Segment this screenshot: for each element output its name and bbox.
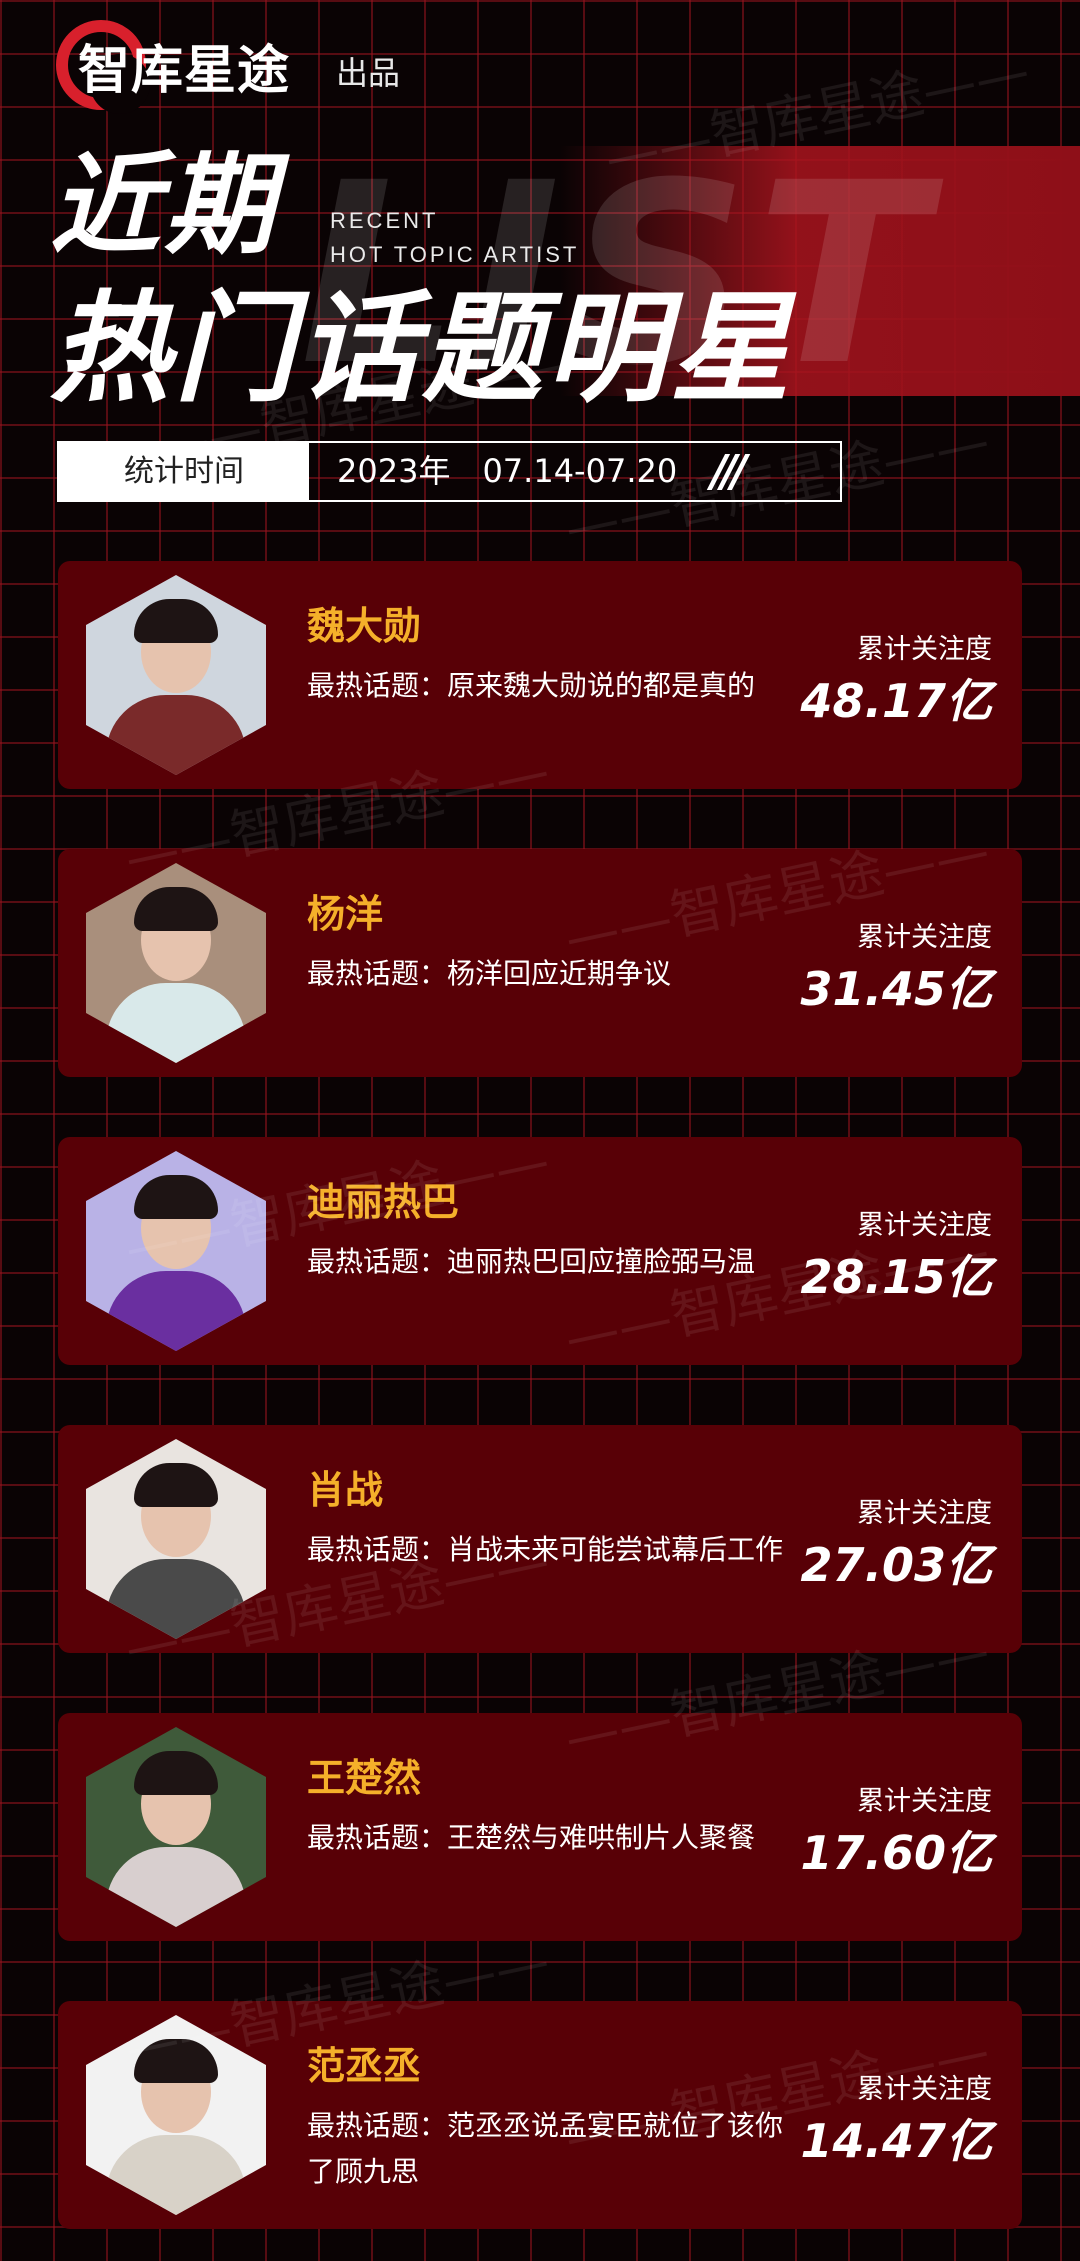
- artist-card[interactable]: 范丞丞 最热话题：范丞丞说孟宴臣就位了该你了顾九思 累计关注度 14.47亿: [58, 2001, 1022, 2229]
- artist-photo: [86, 863, 266, 1063]
- english-subtitle-line-1: RECENT: [330, 208, 439, 233]
- artist-name: 魏大勋: [307, 604, 422, 648]
- artist-photo-hair: [134, 887, 218, 931]
- artist-photo: [86, 2015, 266, 2215]
- attention-label: 累计关注度: [857, 1210, 992, 1241]
- artist-photo-body: [106, 1559, 246, 1639]
- attention-label: 累计关注度: [857, 1786, 992, 1817]
- hot-topic: 最热话题：肖战未来可能尝试幕后工作: [307, 1533, 784, 1566]
- artist-photo-body: [106, 2135, 246, 2215]
- attention-label: 累计关注度: [857, 1498, 992, 1529]
- artist-photo-body: [106, 1271, 246, 1351]
- english-subtitle-line-2: HOT TOPIC ARTIST: [330, 242, 580, 267]
- artist-photo-hair: [134, 1175, 218, 1219]
- artist-photo: [86, 1727, 266, 1927]
- artist-photo-body: [106, 983, 246, 1063]
- attention-label: 累计关注度: [857, 634, 992, 665]
- artist-photo: [86, 1439, 266, 1639]
- english-subtitle: RECENT HOT TOPIC ARTIST: [330, 204, 579, 272]
- title-line-1: 近期: [50, 141, 278, 269]
- artist-name: 肖战: [307, 1468, 384, 1512]
- artist-photo-body: [106, 695, 246, 775]
- artist-photo-hair: [134, 2039, 218, 2083]
- artist-card[interactable]: 王楚然 最热话题：王楚然与难哄制片人聚餐 累计关注度 17.60亿: [58, 1713, 1022, 1941]
- artist-photo: [86, 1151, 266, 1351]
- artist-name: 王楚然: [307, 1756, 422, 1800]
- hot-topic: 最热话题：迪丽热巴回应撞脸弼马温: [307, 1245, 756, 1278]
- artist-photo-body: [106, 1847, 246, 1927]
- artist-card[interactable]: 肖战 最热话题：肖战未来可能尝试幕后工作 累计关注度 27.03亿: [58, 1425, 1022, 1653]
- artist-photo-hair: [134, 1751, 218, 1795]
- stat-period-label: 统计时间: [59, 443, 309, 500]
- artist-card[interactable]: 杨洋 最热话题：杨洋回应近期争议 累计关注度 31.45亿: [58, 849, 1022, 1077]
- attention-label: 累计关注度: [857, 2074, 992, 2105]
- stat-period-value: 2023年 07.14-07.20: [337, 452, 678, 490]
- artist-photo-hair: [134, 599, 218, 643]
- title-line-2: 热门话题明星: [50, 280, 794, 419]
- artist-name: 迪丽热巴: [307, 1180, 460, 1224]
- attention-value: 48.17亿: [800, 674, 992, 728]
- artist-name: 杨洋: [307, 892, 384, 936]
- stat-period-box: 统计时间 2023年 07.14-07.20 ///: [57, 441, 842, 502]
- hot-topic: 最热话题：原来魏大勋说的都是真的: [307, 669, 756, 702]
- header: 智库星途 出品 LIST 近期 RECENT HOT TOPIC ARTIST …: [0, 0, 1080, 560]
- attention-value: 31.45亿: [800, 962, 992, 1016]
- produced-by-label: 出品: [336, 54, 401, 92]
- artist-card[interactable]: 迪丽热巴 最热话题：迪丽热巴回应撞脸弼马温 累计关注度 28.15亿: [58, 1137, 1022, 1365]
- attention-value: 28.15亿: [800, 1250, 992, 1304]
- slash-decoration: ///: [711, 446, 747, 497]
- attention-value: 17.60亿: [800, 1826, 992, 1880]
- brand-logo: 智库星途: [78, 41, 291, 101]
- artist-name: 范丞丞: [307, 2044, 422, 2088]
- attention-value: 27.03亿: [800, 1538, 992, 1592]
- attention-label: 累计关注度: [857, 922, 992, 953]
- attention-value: 14.47亿: [800, 2114, 992, 2168]
- hot-topic: 最热话题：杨洋回应近期争议: [307, 957, 672, 990]
- artist-card[interactable]: 魏大勋 最热话题：原来魏大勋说的都是真的 累计关注度 48.17亿: [58, 561, 1022, 789]
- hot-topic: 最热话题：范丞丞说孟宴臣就位了该你了顾九思: [307, 2109, 784, 2188]
- hot-topic: 最热话题：王楚然与难哄制片人聚餐: [307, 1821, 756, 1854]
- artist-photo: [86, 575, 266, 775]
- artist-photo-hair: [134, 1463, 218, 1507]
